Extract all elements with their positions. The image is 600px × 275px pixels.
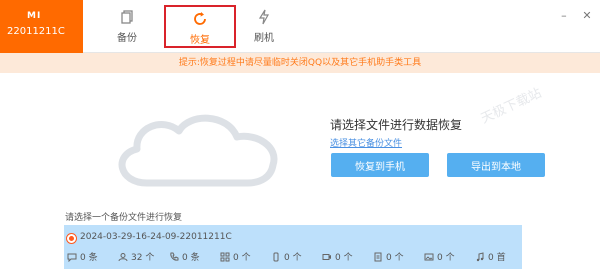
device-model: 22011211C <box>7 26 65 37</box>
restore-to-phone-button[interactable]: 恢复到手机 <box>331 153 429 177</box>
select-backup-prompt: 请选择一个备份文件进行恢复 <box>65 213 183 223</box>
page-title: 请选择文件进行数据恢复 <box>330 118 463 132</box>
stat-documents-value: 0 个 <box>386 253 404 263</box>
copy-icon <box>121 10 133 24</box>
music-icon <box>476 252 484 262</box>
backup-list-item[interactable]: 2024-03-29-16-24-09-22011211C 0 条 32 个 0… <box>64 225 522 269</box>
mi-logo: MI <box>27 11 42 21</box>
message-icon <box>67 253 77 263</box>
video-icon <box>322 254 331 260</box>
stat-images: 0 个 <box>424 250 455 263</box>
tab-backup[interactable]: 备份 <box>91 5 163 48</box>
stat-calls-value: 0 条 <box>182 253 200 263</box>
tab-restore[interactable]: 恢复 <box>164 5 236 48</box>
tab-backup-label: 备份 <box>117 33 137 44</box>
stat-documents: 0 个 <box>373 250 404 263</box>
notice-bar: 提示:恢复过程中请尽量临时关闭QQ以及其它手机助手类工具 <box>0 53 600 73</box>
stat-music-value: 0 首 <box>488 253 506 263</box>
close-icon[interactable]: ✕ <box>580 9 594 23</box>
stat-audio-value: 0 个 <box>284 253 302 263</box>
tab-flash[interactable]: 刷机 <box>228 5 300 48</box>
stat-music: 0 首 <box>475 250 506 263</box>
backup-radio[interactable] <box>67 234 76 243</box>
tab-restore-label: 恢复 <box>190 35 210 46</box>
top-tabbar: 备份 恢复 刷机 – ✕ <box>83 0 600 53</box>
contacts-icon <box>118 253 128 262</box>
stat-apps: 0 个 <box>220 250 251 263</box>
select-other-backup-link[interactable]: 选择其它备份文件 <box>330 136 402 149</box>
audio-icon <box>273 252 279 262</box>
apps-icon <box>220 252 230 262</box>
image-icon <box>424 253 434 261</box>
document-icon <box>374 252 382 262</box>
stat-messages: 0 条 <box>67 250 98 263</box>
minimize-icon[interactable]: – <box>557 9 571 23</box>
main-panel: 天极下载站 请选择文件进行数据恢复 选择其它备份文件 恢复到手机 导出到本地 请… <box>0 73 600 275</box>
stat-calls: 0 条 <box>169 250 200 263</box>
stat-audio: 0 个 <box>271 250 302 263</box>
stat-messages-value: 0 条 <box>80 253 98 263</box>
watermark: 天极下载站 <box>478 85 544 127</box>
stat-videos: 0 个 <box>322 250 353 263</box>
device-panel: MI 22011211C <box>0 0 83 53</box>
stat-contacts-value: 32 个 <box>131 253 155 263</box>
cloud-icon <box>118 114 278 187</box>
backup-stats: 0 条 32 个 0 条 0 个 0 个 0 个 0 个 0 个 0 首 <box>67 250 522 264</box>
stat-contacts: 32 个 <box>118 250 154 263</box>
export-to-local-button[interactable]: 导出到本地 <box>447 153 545 177</box>
stat-images-value: 0 个 <box>437 253 455 263</box>
backup-name: 2024-03-29-16-24-09-22011211C <box>80 232 232 242</box>
call-icon <box>170 252 179 261</box>
stat-videos-value: 0 个 <box>335 253 353 263</box>
flash-icon <box>258 9 270 25</box>
window-controls: – ✕ <box>553 4 594 23</box>
restore-icon <box>194 12 206 25</box>
stat-apps-value: 0 个 <box>233 253 251 263</box>
tab-flash-label: 刷机 <box>254 33 274 44</box>
